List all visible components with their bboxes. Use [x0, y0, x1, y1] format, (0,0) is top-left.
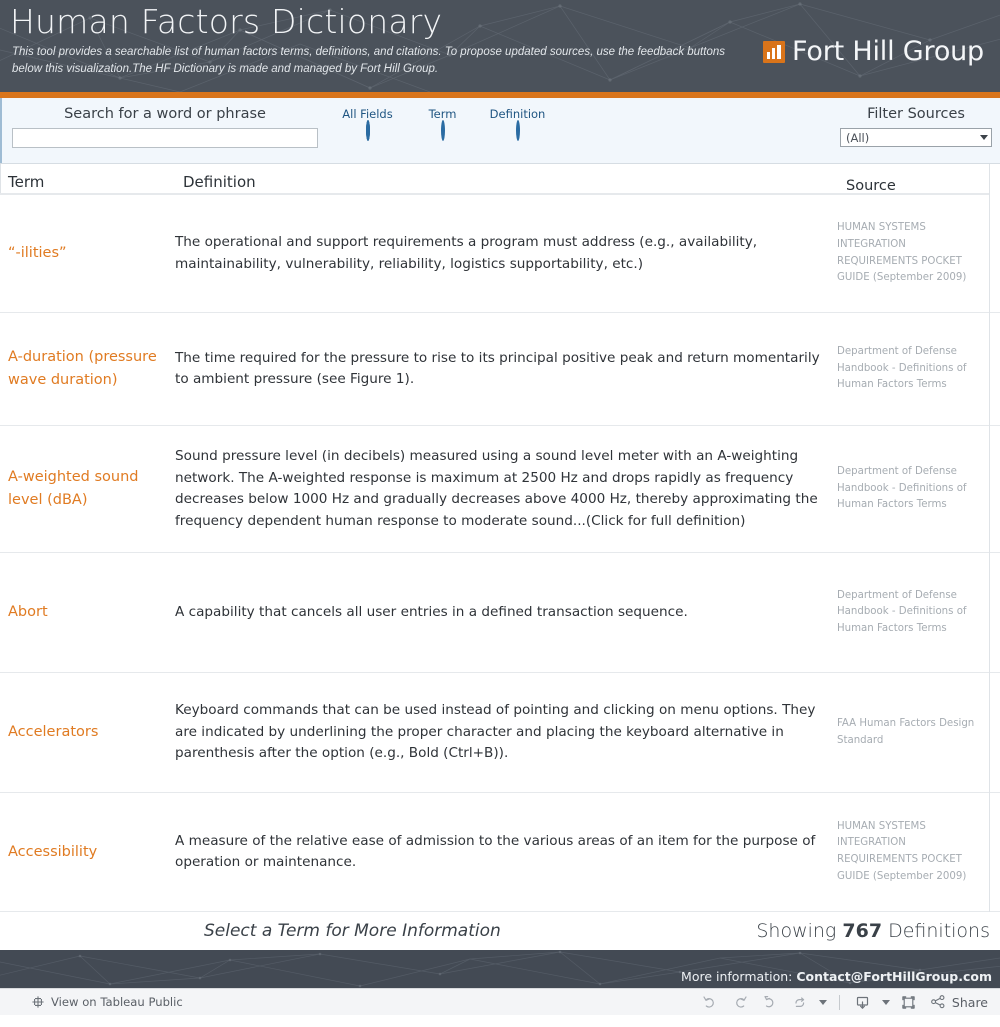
definition-cell: A capability that cancels all user entri… — [175, 603, 688, 620]
definitions-count: Showing 767 Definitions — [756, 920, 990, 942]
undo-icon[interactable] — [695, 991, 725, 1013]
table-header-row: Term Definition Source — [0, 164, 1000, 195]
source-cell: HUMAN SYSTEMS INTEGRATION REQUIREMENTS P… — [837, 222, 967, 284]
column-header-term[interactable]: Term — [8, 173, 44, 191]
chevron-down-glyph-download — [882, 999, 891, 1005]
select-term-hint: Select a Term for More Information — [204, 921, 501, 941]
filter-sources-label: Filter Sources — [867, 106, 965, 122]
definition-cell: The time required for the pressure to ri… — [175, 349, 820, 388]
table-row[interactable]: A-weighted sound level (dBA) Sound press… — [0, 426, 1000, 553]
footer-banner: More information: Contact@FortHillGroup.… — [0, 950, 1000, 988]
bar-chart-logo-icon — [763, 40, 786, 63]
term-cell[interactable]: “-ilities” — [0, 242, 175, 265]
contact-prefix: More information: — [681, 969, 797, 984]
showing-suffix: Definitions — [882, 920, 990, 942]
header-text-block: Human Factors Dictionary This tool provi… — [10, 0, 752, 78]
caption-strip: Select a Term for More Information Showi… — [0, 912, 1000, 950]
view-on-tableau-public-label: View on Tableau Public — [51, 995, 183, 1009]
term-cell[interactable]: A-duration (pressure wave duration) — [0, 346, 175, 392]
radio-option-all-fields[interactable]: All Fields — [330, 106, 405, 141]
chevron-down-icon — [980, 135, 988, 140]
definition-cell: Sound pressure level (in decibels) measu… — [175, 448, 818, 529]
term-cell[interactable]: A-weighted sound level (dBA) — [0, 466, 175, 512]
radio-dot-term[interactable] — [440, 120, 445, 141]
source-cell: Department of Defense Handbook - Definit… — [837, 346, 967, 391]
page-subtitle: This tool provides a searchable list of … — [12, 46, 725, 75]
source-cell: FAA Human Factors Design Standard — [837, 717, 975, 746]
fullscreen-icon[interactable] — [894, 991, 924, 1013]
table-row[interactable]: Accessibility A measure of the relative e… — [0, 793, 1000, 912]
tableau-logo-icon — [32, 996, 44, 1008]
revert-icon[interactable] — [755, 991, 785, 1013]
column-header-definition[interactable]: Definition — [183, 173, 256, 191]
definition-cell: A measure of the relative ease of admiss… — [175, 832, 816, 871]
filter-sources-value: (All) — [846, 130, 870, 145]
table-row[interactable]: A-duration (pressure wave duration) The t… — [0, 313, 1000, 426]
contact-info: More information: Contact@FortHillGroup.… — [681, 969, 992, 984]
search-input[interactable] — [12, 128, 318, 148]
table-row[interactable]: Abort A capability that cancels all user … — [0, 553, 1000, 673]
download-icon[interactable] — [848, 991, 878, 1013]
source-cell: HUMAN SYSTEMS INTEGRATION REQUIREMENTS P… — [837, 820, 967, 882]
redo-icon[interactable] — [725, 991, 755, 1013]
controls-bar: Search for a word or phrase All Fields T… — [0, 98, 1000, 164]
column-header-source[interactable]: Source — [846, 178, 896, 194]
term-cell[interactable]: Accessibility — [0, 841, 175, 864]
brand-logo: Fort Hill Group — [763, 36, 984, 67]
share-label: Share — [951, 994, 988, 1010]
table-row[interactable]: “-ilities” The operational and support re… — [0, 195, 1000, 313]
radio-dot-definition[interactable] — [515, 120, 520, 141]
filter-sources-select[interactable]: (All) — [840, 128, 992, 147]
search-group: Search for a word or phrase — [12, 104, 318, 148]
contact-email[interactable]: Contact@FortHillGroup.com — [796, 969, 992, 984]
toolbar-divider — [838, 994, 840, 1010]
tableau-toolbar-actions: Share — [695, 991, 988, 1013]
definition-cell: The operational and support requirements… — [175, 234, 758, 272]
brand-name: Fort Hill Group — [792, 36, 984, 67]
share-icon — [931, 995, 945, 1009]
share-button[interactable]: Share — [930, 994, 988, 1010]
term-cell[interactable]: Accelerators — [0, 721, 175, 744]
table-row[interactable]: Accelerators Keyboard commands that can b… — [0, 673, 1000, 793]
search-scope-radio-group: All Fields Term Definition — [330, 106, 555, 141]
search-label: Search for a word or phrase — [64, 106, 266, 122]
term-cell[interactable]: Abort — [0, 601, 175, 624]
table-body: “-ilities” The operational and support re… — [0, 195, 1000, 912]
view-on-tableau-public-link[interactable]: View on Tableau Public — [31, 995, 183, 1009]
definition-cell: Keyboard commands that can be used inste… — [175, 702, 816, 762]
refresh-icon[interactable] — [785, 991, 815, 1013]
filter-sources-group: Filter Sources (All) — [840, 104, 992, 147]
page-title: Human Factors Dictionary — [10, 2, 443, 41]
chevron-down-glyph — [819, 999, 828, 1005]
chevron-down-icon-download[interactable] — [878, 991, 894, 1013]
radio-option-term[interactable]: Term — [405, 106, 480, 141]
radio-dot-all-fields[interactable] — [365, 120, 370, 141]
tableau-toolbar: View on Tableau Public Share — [0, 988, 1000, 1015]
chevron-down-icon[interactable] — [815, 991, 831, 1013]
source-cell: Department of Defense Handbook - Definit… — [837, 589, 967, 634]
app-header-banner: Human Factors Dictionary This tool provi… — [0, 0, 1000, 92]
definitions-table: Term Definition Source “-ilities” The ope… — [0, 164, 1000, 912]
showing-prefix: Showing — [756, 920, 843, 942]
showing-count: 767 — [842, 920, 883, 942]
source-cell: Department of Defense Handbook - Definit… — [837, 466, 967, 511]
radio-option-definition[interactable]: Definition — [480, 106, 555, 141]
